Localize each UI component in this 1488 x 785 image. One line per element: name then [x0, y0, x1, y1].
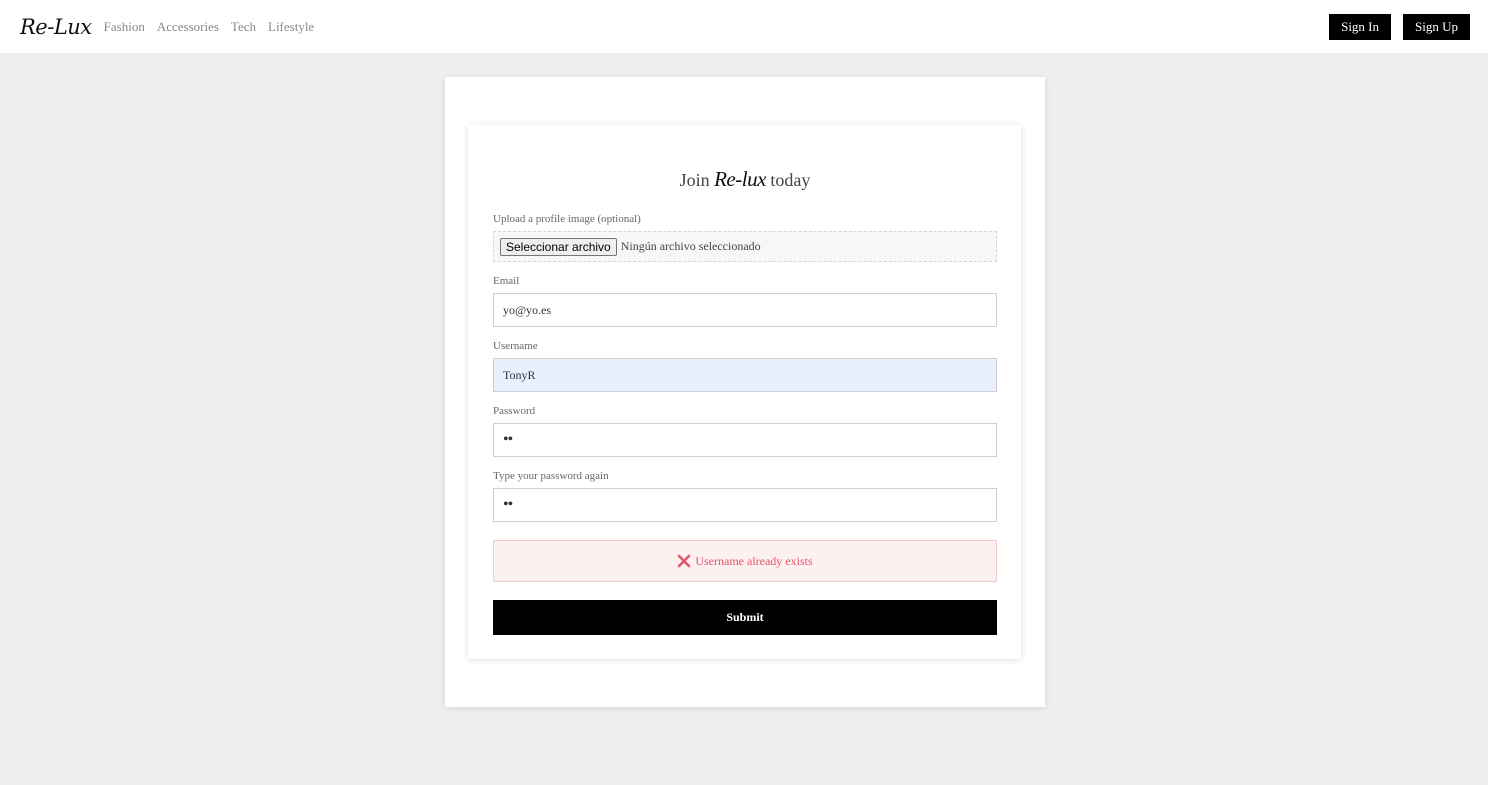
brand-logo[interactable]: Re-Lux [20, 15, 92, 39]
choose-file-button[interactable]: Seleccionar archivo [500, 237, 617, 256]
nav-link-fashion[interactable]: Fashion [104, 19, 145, 35]
email-label: Email [493, 275, 520, 287]
error-message: Username already exists [695, 553, 813, 568]
profile-image-upload[interactable]: Seleccionar archivo Ningún archivo selec… [493, 231, 997, 262]
password-field[interactable] [493, 423, 997, 457]
nav-links: Fashion Accessories Tech Lifestyle [104, 19, 315, 35]
close-icon [677, 554, 691, 568]
nav-link-tech[interactable]: Tech [231, 19, 256, 35]
email-field[interactable] [493, 293, 997, 327]
top-navbar: Re-Lux Fashion Accessories Tech Lifestyl… [0, 0, 1488, 53]
form-title-prefix: Join [679, 170, 710, 190]
sign-in-button[interactable]: Sign In [1329, 13, 1392, 40]
username-field[interactable] [493, 358, 997, 392]
password-confirm-field[interactable] [493, 488, 997, 522]
error-alert: Username already exists [493, 540, 997, 582]
upload-label: Upload a profile image (optional) [493, 213, 641, 225]
form-title-suffix: today [770, 170, 811, 190]
sign-up-button[interactable]: Sign Up [1403, 13, 1470, 40]
nav-link-lifestyle[interactable]: Lifestyle [268, 19, 314, 35]
submit-button[interactable]: Submit [493, 600, 997, 635]
signup-form-card: Join Re-lux today Upload a profile image… [468, 125, 1021, 659]
username-label: Username [493, 340, 538, 352]
signup-container: Join Re-lux today Upload a profile image… [445, 77, 1045, 707]
nav-actions: Sign In Sign Up [1329, 13, 1470, 40]
form-title: Join Re-lux today [493, 167, 997, 192]
form-title-brand: Re-lux [714, 167, 766, 191]
password-label: Password [493, 405, 536, 417]
file-status-text: Ningún archivo seleccionado [620, 239, 761, 253]
nav-link-accessories[interactable]: Accessories [157, 19, 219, 35]
password-confirm-label: Type your password again [493, 470, 609, 482]
